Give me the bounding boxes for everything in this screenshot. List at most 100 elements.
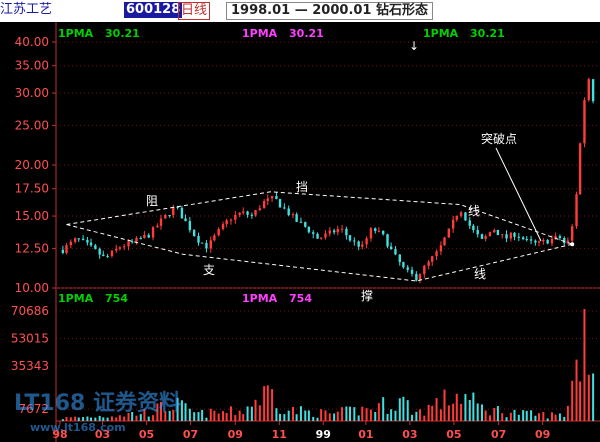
- candle-body: [529, 239, 533, 241]
- annotation-breakout: 突破点: [481, 131, 517, 146]
- volume-ma-label-1: 1PMA 754: [58, 292, 128, 305]
- volume-bar: [271, 389, 274, 421]
- candle-body: [332, 230, 336, 233]
- volume-y-tick-label: 35343: [11, 359, 49, 373]
- stock-name: 江苏工艺: [0, 2, 53, 17]
- volume-bar: [455, 393, 458, 421]
- candle-body: [73, 238, 77, 242]
- volume-bar: [423, 415, 426, 421]
- x-tick-label: 07: [491, 428, 506, 441]
- volume-bar: [374, 411, 377, 421]
- candle-body: [381, 230, 385, 235]
- candle-body: [234, 214, 237, 220]
- volume-bar: [222, 411, 225, 421]
- volume-bar: [464, 394, 467, 421]
- volume-bar: [201, 409, 204, 421]
- candle-body: [377, 230, 381, 232]
- volume-bar: [312, 416, 315, 421]
- candle-body: [106, 256, 109, 258]
- volume-bar: [369, 409, 372, 421]
- volume-bar: [481, 404, 484, 421]
- volume-bar: [558, 413, 561, 421]
- candle-body: [570, 226, 574, 241]
- volume-bar: [209, 408, 212, 421]
- x-tick-label: 11: [272, 428, 287, 441]
- candle-body: [98, 248, 101, 255]
- volume-bar: [476, 403, 479, 421]
- candle-body: [525, 239, 528, 241]
- volume-bar: [275, 408, 278, 421]
- candle-body: [225, 220, 228, 225]
- x-tick-label: 01: [358, 428, 373, 441]
- candle-body: [575, 194, 578, 227]
- volume-bar: [415, 411, 418, 421]
- candle-body: [394, 249, 397, 255]
- volume-bar: [180, 400, 183, 421]
- volume-bar: [488, 415, 491, 421]
- period-selector[interactable]: 日线: [178, 2, 211, 20]
- price-ma-label-3: 1PMA 30.21: [423, 27, 505, 40]
- y-tick-label: 25.00: [15, 118, 49, 132]
- x-tick-label: 05: [139, 428, 154, 441]
- x-tick-label: 09: [228, 428, 243, 441]
- candle-body: [151, 227, 155, 238]
- volume-bar: [460, 403, 463, 421]
- candle-body: [374, 228, 377, 231]
- volume-bar: [328, 413, 331, 421]
- candle-body: [389, 246, 393, 250]
- stock-code[interactable]: 600128: [124, 2, 183, 18]
- volume-bar: [193, 412, 196, 421]
- volume-bar: [197, 412, 200, 421]
- candle-body: [451, 219, 455, 229]
- candle-body: [517, 236, 521, 238]
- candle-body: [299, 221, 303, 223]
- volume-bar: [435, 398, 438, 421]
- candle-body: [587, 79, 590, 101]
- candle-body: [386, 234, 389, 247]
- volume-bar: [525, 410, 528, 421]
- candle-body: [217, 228, 220, 236]
- candle-body: [164, 214, 167, 219]
- volume-bar: [205, 417, 208, 421]
- candle-body: [435, 251, 438, 257]
- volume-bar: [390, 409, 393, 421]
- volume-bar: [587, 374, 590, 421]
- volume-bar: [513, 409, 516, 421]
- candle-body: [266, 198, 269, 202]
- candle-body: [369, 228, 373, 239]
- volume-bar: [266, 385, 269, 421]
- candle-body: [328, 230, 332, 234]
- candle-body: [427, 261, 430, 266]
- support-line: [66, 224, 573, 282]
- candle-body: [229, 219, 233, 221]
- volume-bar: [439, 409, 442, 421]
- gridlines: [52, 41, 600, 410]
- candle-body: [501, 234, 504, 236]
- candle-body: [304, 222, 307, 227]
- volume-bar: [447, 405, 450, 421]
- candle-body: [415, 273, 418, 281]
- candle-body: [139, 237, 142, 239]
- candle-body: [558, 236, 562, 239]
- candle-body: [213, 235, 216, 241]
- volume-bar: [431, 405, 434, 421]
- candle-body: [345, 228, 348, 236]
- volume-bar: [147, 416, 150, 421]
- volume-bar: [538, 413, 541, 421]
- volume-bar: [427, 404, 430, 421]
- candle-body: [513, 232, 516, 237]
- volume-bar: [353, 407, 356, 421]
- volume-bar: [566, 405, 569, 421]
- candle-body: [278, 199, 282, 208]
- volume-bar: [493, 407, 496, 421]
- x-tick-label: 03: [402, 428, 417, 441]
- candle-body: [127, 241, 130, 247]
- volume-bar: [522, 410, 525, 421]
- candle-body: [250, 214, 254, 216]
- candle-body: [316, 233, 319, 239]
- annotation-support-1: 支: [203, 263, 215, 277]
- volume-bar: [152, 415, 155, 421]
- volume-bar: [258, 405, 261, 421]
- diamond-trendlines: [66, 191, 575, 282]
- volume-bar: [283, 414, 286, 421]
